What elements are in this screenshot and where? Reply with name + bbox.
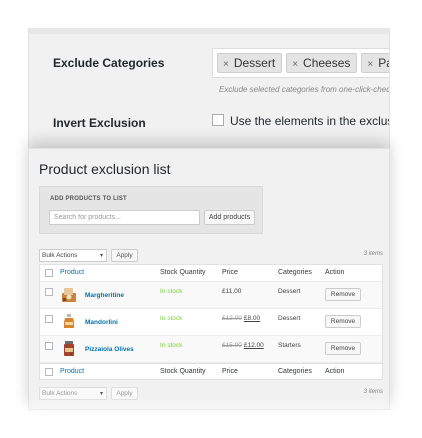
product-name-link[interactable]: Pizzaiola Olives [85, 346, 134, 353]
row-checkbox[interactable] [45, 342, 53, 350]
price-sale: £8.00 [243, 315, 261, 322]
invert-exclusion-label: Invert Exclusion [53, 116, 146, 130]
remove-tag-icon[interactable]: × [292, 59, 298, 70]
biscuit-box-icon [62, 288, 76, 302]
column-header-price: Price [222, 269, 238, 276]
column-header-stock: Stock Quantity [160, 269, 206, 276]
select-all-checkbox[interactable] [45, 269, 53, 277]
product-price: £12.00 £8.00 [222, 315, 260, 322]
category-tags-input[interactable]: × Dessert × Cheeses × Pasta [212, 48, 389, 78]
tag-label: Cheeses [303, 56, 351, 70]
items-count: 3 items [363, 251, 383, 257]
remove-tag-icon[interactable]: × [223, 59, 229, 70]
remove-button[interactable]: Remove [325, 342, 361, 355]
column-header-product[interactable]: Product [60, 269, 84, 276]
settings-panel: Exclude Categories × Dessert × Cheeses × Past… [28, 28, 390, 148]
chevron-down-icon: ▾ [99, 253, 103, 259]
table-footer-row: Product Stock Quantity Price Categories … [40, 363, 382, 379]
product-price: £11.00 [222, 288, 241, 295]
product-name-link[interactable]: Margheritine [85, 292, 124, 299]
category-tag-cheeses[interactable]: × Cheeses [286, 53, 358, 73]
tag-label: Pasta [378, 56, 389, 70]
invert-exclusion-text: Use the elements in the exclusion l [230, 114, 389, 128]
column-footer-price: Price [222, 368, 238, 375]
items-count-bottom: 3 items [363, 389, 383, 395]
table-header-row: Product Stock Quantity Price Categories … [40, 265, 382, 282]
column-header-categories: Categories [278, 269, 312, 276]
card-title: Product exclusion list [39, 161, 171, 177]
exclude-help-text: Exclude selected categories from one-cli… [219, 85, 390, 94]
remove-tag-icon[interactable]: × [367, 59, 373, 70]
invert-exclusion-checkbox[interactable] [212, 114, 224, 126]
table-row: Pizzaiola Olives In stock £15.00 £12.00 S… [40, 336, 382, 363]
stock-status: In stock [160, 315, 183, 322]
olive-jar-icon [64, 341, 74, 356]
table-row: Mandorlini In stock £12.00 £8.00 Dessert … [40, 309, 382, 336]
price-sale: £12.00 [243, 342, 264, 349]
column-footer-categories: Categories [278, 368, 312, 375]
exclusion-table: Product Stock Quantity Price Categories … [39, 264, 383, 380]
remove-button[interactable]: Remove [325, 315, 361, 328]
product-exclusion-card: Product exclusion list ADD PRODUCTS TO L… [28, 148, 390, 410]
candy-jar-icon [64, 314, 74, 328]
apply-button[interactable]: Apply [111, 249, 138, 262]
bulk-actions-top: Bulk Actions ▾ Apply 3 items [39, 249, 383, 262]
select-all-checkbox-footer[interactable] [45, 368, 53, 376]
product-search-input[interactable] [49, 210, 200, 225]
tag-label: Dessert [233, 56, 276, 70]
price-regular: £12.00 [222, 315, 242, 322]
bottom-fade [0, 398, 422, 438]
product-category: Starters [278, 342, 301, 349]
panel-top-band [29, 28, 389, 34]
bulk-actions-value: Bulk Actions [42, 252, 78, 259]
exclude-categories-label: Exclude Categories [53, 56, 165, 70]
product-name-link[interactable]: Mandorlini [85, 319, 118, 326]
bulk-actions-select[interactable]: Bulk Actions ▾ [39, 249, 107, 262]
column-footer-stock: Stock Quantity [160, 368, 206, 375]
product-category: Dessert [278, 288, 301, 295]
product-price: £15.00 £12.00 [222, 342, 264, 349]
add-products-label: ADD PRODUCTS TO LIST [50, 196, 127, 202]
row-checkbox[interactable] [45, 288, 53, 296]
price-regular: £11.00 [222, 288, 242, 295]
stock-status: In stock [160, 288, 183, 295]
category-tag-pasta[interactable]: × Pasta [361, 53, 389, 73]
add-products-box: ADD PRODUCTS TO LIST Add products [39, 186, 263, 234]
column-header-action: Action [325, 269, 345, 276]
column-footer-product[interactable]: Product [60, 368, 84, 375]
remove-button[interactable]: Remove [325, 288, 361, 301]
table-row: Margheritine In stock £11.00 Dessert Rem… [40, 282, 382, 309]
product-category: Dessert [278, 315, 301, 322]
column-footer-action: Action [325, 368, 345, 375]
stock-status: In stock [160, 342, 183, 349]
category-tag-dessert[interactable]: × Dessert [217, 53, 283, 73]
bulk-actions-value: Bulk Actions [42, 390, 78, 397]
row-checkbox[interactable] [45, 315, 53, 323]
add-products-button[interactable]: Add products [204, 210, 255, 225]
price-regular: £15.00 [222, 342, 242, 349]
